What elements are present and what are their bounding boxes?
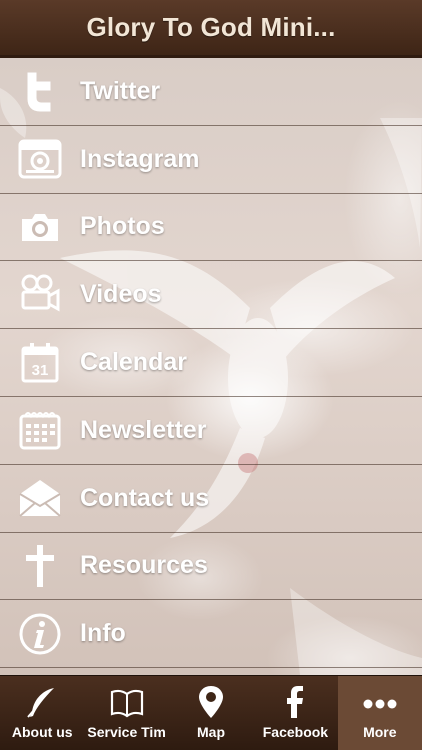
tab-label: About us	[11, 724, 73, 740]
menu-item-resources[interactable]: Resources	[0, 533, 422, 601]
app-header: Glory To God Mini...	[0, 0, 422, 58]
tab-label: Map	[197, 724, 226, 740]
menu-item-label: Videos	[80, 280, 162, 309]
calendar-icon: 31	[0, 329, 80, 396]
camera-icon	[0, 194, 80, 261]
tab-label: More	[363, 724, 397, 740]
menu-item-label: Calendar	[80, 348, 187, 377]
main-menu: Twitter Instagram Photos Videos 31 Calen…	[0, 58, 422, 669]
menu-item-label: Newsletter	[80, 415, 207, 444]
more-dots-icon	[363, 699, 397, 709]
menu-item-label: Resources	[80, 551, 208, 580]
bottom-tab-bar: About us Service Tim Map Facebook More	[0, 675, 422, 750]
tab-service-times[interactable]: Service Tim	[84, 676, 168, 750]
menu-item-instagram[interactable]: Instagram	[0, 126, 422, 194]
menu-item-contact-us[interactable]: Contact us	[0, 465, 422, 533]
book-icon	[110, 689, 143, 718]
instagram-icon	[0, 126, 80, 193]
envelope-icon	[0, 465, 80, 532]
menu-item-label: Info	[80, 619, 126, 648]
tab-more[interactable]: More	[337, 676, 422, 750]
facebook-icon	[287, 686, 304, 718]
menu-item-newsletter[interactable]: Newsletter	[0, 397, 422, 465]
quill-icon	[27, 688, 55, 718]
cross-icon	[0, 533, 80, 600]
calendar-icon-day: 31	[32, 362, 49, 379]
video-camera-icon	[0, 261, 80, 328]
menu-item-info[interactable]: Info	[0, 600, 422, 669]
map-pin-icon	[199, 686, 224, 718]
tab-facebook[interactable]: Facebook	[253, 676, 337, 750]
menu-item-calendar[interactable]: 31 Calendar	[0, 329, 422, 397]
tab-label: Service Tim	[87, 724, 166, 740]
tab-map[interactable]: Map	[169, 676, 253, 750]
menu-item-label: Twitter	[80, 76, 161, 105]
menu-item-videos[interactable]: Videos	[0, 261, 422, 330]
tab-about-us[interactable]: About us	[0, 676, 84, 750]
menu-item-label: Photos	[80, 212, 165, 241]
menu-item-twitter[interactable]: Twitter	[0, 58, 422, 126]
info-icon	[0, 600, 80, 667]
app-title: Glory To God Mini...	[86, 12, 336, 42]
tab-label: Facebook	[262, 724, 329, 740]
twitter-icon	[0, 58, 80, 125]
menu-item-label: Instagram	[80, 144, 200, 173]
menu-item-label: Contact us	[80, 483, 210, 512]
menu-item-photos[interactable]: Photos	[0, 194, 422, 262]
newsletter-icon	[0, 397, 80, 464]
